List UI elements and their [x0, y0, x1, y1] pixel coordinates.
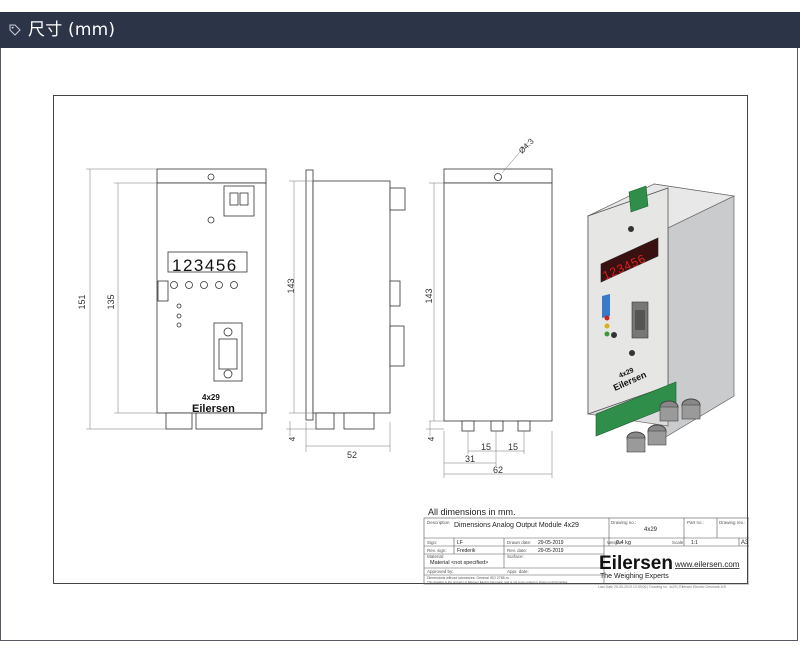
dim-4-back: 4	[427, 436, 436, 441]
dim-62: 62	[493, 465, 503, 475]
dim-151: 151	[77, 294, 87, 309]
isometric-view	[586, 183, 736, 453]
dim-31: 31	[465, 454, 475, 464]
drawing-sheet: 123456 4x29 Eilersen 151 135 143 52 4 Ø4…	[53, 95, 749, 585]
tb-size: A3	[741, 540, 749, 546]
dimensions-note: All dimensions in mm.	[428, 507, 516, 517]
tb-scale: 1:1	[691, 540, 698, 546]
technical-drawing: 123456 4x29 Eilersen 151 135 143 52 4 Ø4…	[77, 136, 749, 585]
front-view	[156, 168, 267, 430]
company-logo: Eilersen	[599, 553, 673, 574]
tb-approved-label: Approved by:	[427, 569, 454, 574]
dim-15-a: 15	[481, 442, 491, 452]
front-model: 4x29	[202, 393, 220, 402]
company-website: www.eilersen.com	[674, 560, 740, 569]
dim-4-side: 4	[288, 436, 297, 441]
dim-15-b: 15	[508, 442, 518, 452]
tb-part-no-label: Part no.:	[687, 520, 704, 525]
tb-material: Material <not specified>	[430, 560, 488, 566]
dim-135: 135	[106, 294, 116, 309]
dim-143-side: 143	[286, 278, 296, 293]
tb-drawn-date: 29-05-2019	[538, 540, 564, 546]
tb-drawing-rev-label: Drawing rev.:	[719, 520, 745, 525]
side-view	[305, 169, 406, 430]
front-dim-lines	[86, 168, 166, 430]
tb-sign: LF	[457, 540, 463, 546]
tb-surface-label: Surface:	[507, 554, 524, 559]
tb-description: Dimensions Analog Output Module 4x29	[454, 522, 579, 529]
section-title: 尺寸 (mm)	[28, 20, 116, 40]
tb-drawing-no: 4x29	[644, 527, 658, 533]
tb-property-note: This drawing is the property of Eilersen…	[427, 580, 568, 584]
tb-rev-sign-label: Rev. sign:	[427, 548, 447, 553]
tb-material-label: Material:	[427, 554, 444, 559]
tb-weight: 0.4 kg	[616, 540, 631, 546]
front-brand: Eilersen	[192, 403, 235, 415]
tb-rev-sign: Frederik	[457, 548, 476, 554]
tb-scale-label: Scale:	[672, 540, 685, 545]
tb-rev-date: 29-05-2019	[538, 548, 564, 554]
tb-rev-date-label: Rev. date:	[507, 548, 527, 553]
tb-sign-label: Sign:	[427, 540, 437, 545]
front-display: 123456	[172, 256, 238, 275]
tag-icon	[9, 24, 21, 36]
dim-52: 52	[347, 450, 357, 460]
dim-hole: Ø4.3	[517, 136, 536, 155]
tb-drawn-date-label: Drawn date:	[507, 540, 531, 545]
title-block-footer: Last Date 29-05-2019 13:09:06 | Drawing …	[598, 585, 727, 589]
tb-appr-date-label: Appr. date:	[507, 569, 529, 574]
tb-drawing-no-label: Drawing no.:	[611, 520, 636, 525]
dim-143-back: 143	[424, 288, 434, 303]
company-tagline: The Weighing Experts	[600, 573, 669, 580]
tb-description-label: Description	[427, 520, 450, 525]
back-view	[443, 168, 553, 432]
section-header: 尺寸 (mm)	[0, 12, 800, 48]
